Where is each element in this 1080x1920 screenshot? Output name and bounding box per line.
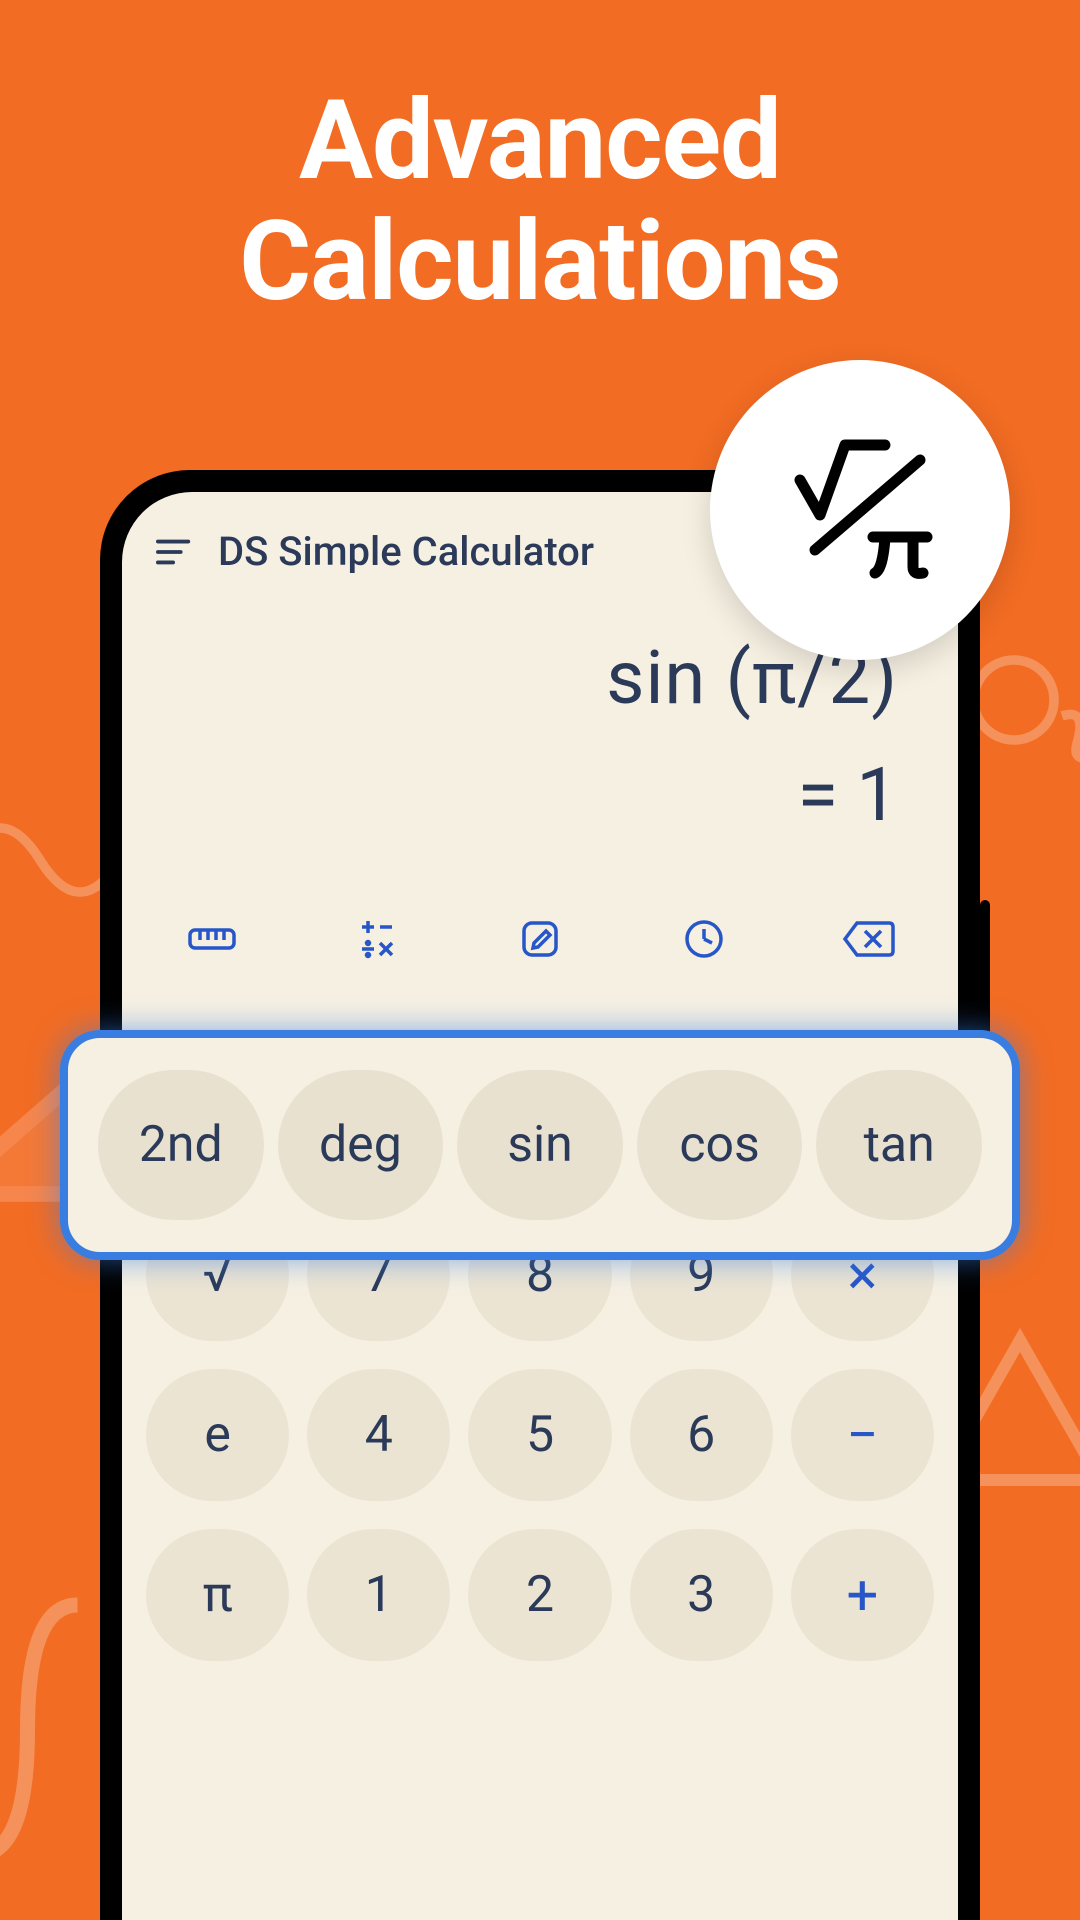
key-sin[interactable]: sin [457,1070,623,1220]
key-6[interactable]: 6 [630,1369,773,1501]
math-badge [710,360,1010,660]
key-4[interactable]: 4 [307,1369,450,1501]
backspace-icon[interactable] [838,909,898,969]
promo-headline: Advanced Calculations [0,80,1080,322]
key-5[interactable]: 5 [468,1369,611,1501]
edit-icon[interactable] [510,909,570,969]
operators-icon[interactable] [346,909,406,969]
key-2[interactable]: 2 [468,1529,611,1661]
key-1[interactable]: 1 [307,1529,450,1661]
key-deg[interactable]: deg [278,1070,444,1220]
key-cos[interactable]: cos [637,1070,803,1220]
menu-icon[interactable] [156,537,194,567]
scientific-row-highlight: 2nd deg sin cos tan [60,1030,1020,1260]
app-title: DS Simple Calculator [218,528,594,575]
ruler-icon[interactable] [182,909,242,969]
history-icon[interactable] [674,909,734,969]
promo-line2: Calculations [239,197,840,326]
key-2nd[interactable]: 2nd [98,1070,264,1220]
display-result: = 1 [162,752,898,839]
key-tan[interactable]: tan [816,1070,982,1220]
keypad-row-3: π 1 2 3 + [146,1529,934,1661]
key-pi[interactable]: π [146,1529,289,1661]
key-e[interactable]: e [146,1369,289,1501]
keypad-row-2: e 4 5 6 − [146,1369,934,1501]
display-expression: sin (π/2) [162,635,898,722]
sqrt-over-pi-icon [775,425,945,595]
key-minus[interactable]: − [791,1369,934,1501]
key-plus[interactable]: + [791,1529,934,1661]
promo-line1: Advanced [299,76,781,205]
key-3[interactable]: 3 [630,1529,773,1661]
toolbar [122,879,958,989]
